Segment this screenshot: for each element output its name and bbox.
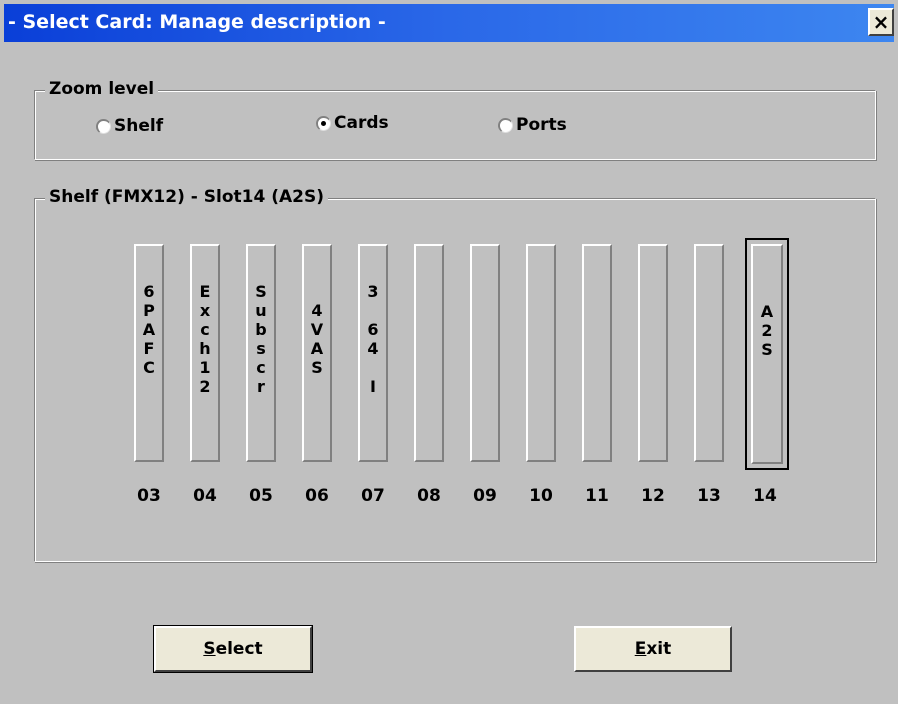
radio-button-icon[interactable] [498,117,513,133]
close-icon: × [872,10,890,34]
radio-shelf[interactable]: Shelf [96,116,163,136]
slot-10[interactable] [526,244,556,462]
slot-05[interactable]: S u b s c r [246,244,276,462]
slot-07[interactable]: 3 6 4 I [358,244,388,462]
slot-number-10: 10 [529,486,553,506]
radio-ports[interactable]: Ports [498,115,567,135]
slot-number-13: 13 [697,486,721,506]
slot-number-12: 12 [641,486,665,506]
exit-button-accesskey: E [634,639,647,659]
select-button-accesskey: S [203,639,216,659]
slot-number-03: 03 [137,486,161,506]
select-button-label: elect [215,639,263,659]
zoom-level-legend: Zoom level [45,79,159,99]
radio-selected-dot-icon [321,120,326,126]
slot-number-09: 09 [473,486,497,506]
slot-card-label: E x c h 1 2 [199,282,211,396]
slot-number-04: 04 [193,486,217,506]
radio-button-icon[interactable] [316,115,331,131]
title-bar[interactable]: - Select Card: Manage description - × [4,4,894,42]
slot-card-label: A 2 S [760,302,774,359]
slot-11[interactable] [582,244,612,462]
slot-08[interactable] [414,244,444,462]
slot-card-label: S u b s c r [255,282,267,396]
slot-number-11: 11 [585,486,609,506]
slot-03[interactable]: 6 P A F C [134,244,164,462]
slot-number-08: 08 [417,486,441,506]
slot-04[interactable]: E x c h 1 2 [190,244,220,462]
slot-number-07: 07 [361,486,385,506]
radio-cards-label: Cards [334,113,389,133]
radio-button-icon[interactable] [96,118,111,134]
shelf-legend: Shelf (FMX12) - Slot14 (A2S) [45,187,328,207]
dialog-window: - Select Card: Manage description - × Zo… [0,0,898,704]
exit-button-label: xit [646,639,672,659]
slot-09[interactable] [470,244,500,462]
slot-card-label: 6 P A F C [142,282,156,377]
slot-card-label: 3 6 4 I [367,282,379,396]
slot-13[interactable] [694,244,724,462]
slot-number-14: 14 [753,486,777,506]
radio-cards[interactable]: Cards [316,113,389,133]
radio-ports-label: Ports [516,115,567,135]
slot-number-05: 05 [249,486,273,506]
slot-12[interactable] [638,244,668,462]
close-button[interactable]: × [868,8,894,36]
slot-number-06: 06 [305,486,329,506]
radio-shelf-label: Shelf [114,116,164,136]
window-title: - Select Card: Manage description - [8,11,386,33]
slot-card-label: 4 V A S [310,301,324,377]
exit-button[interactable]: Exit [574,626,732,672]
select-button[interactable]: Select [153,625,313,673]
slot-06[interactable]: 4 V A S [302,244,332,462]
slot-14-selected[interactable]: A 2 S [745,238,789,470]
